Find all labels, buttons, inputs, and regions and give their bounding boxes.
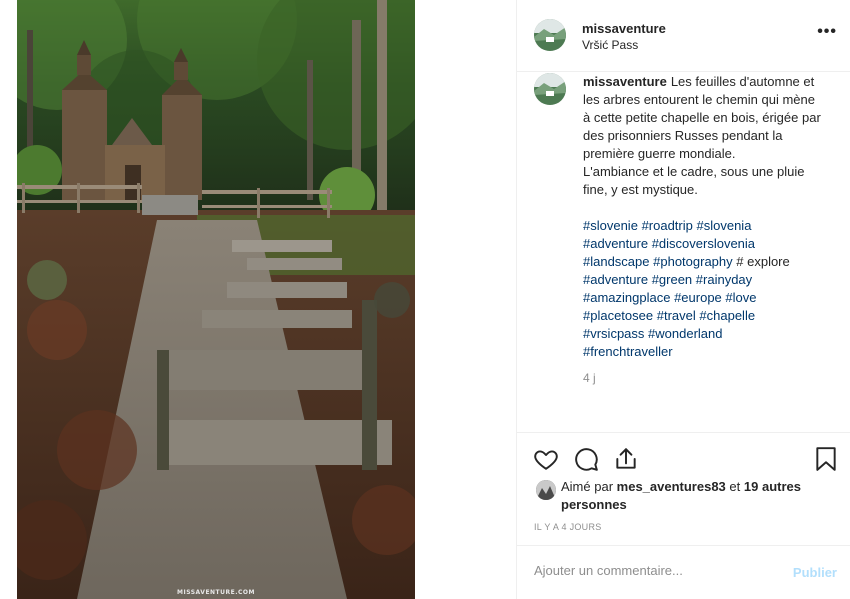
comment-input[interactable] [534,563,774,578]
likes-text: Aimé par mes_aventures83 et 19 autres pe… [561,478,801,514]
hashtag[interactable]: #rainyday [696,272,752,287]
hashtag[interactable]: #vrsicpass [583,326,644,341]
hashtag-list: #slovenie #roadtrip #slovenia #adventure… [583,217,823,361]
photo-pane: MISSAVENTURE.COM [0,0,516,599]
post-sidebar: missaventure Vršić Pass ••• missaventure… [516,0,850,599]
liker-avatar-image [536,480,556,500]
post-image-scene [17,0,415,599]
hashtag[interactable]: #slovenia [697,218,752,233]
caption: missaventure Les feuilles d'automne et le… [583,73,823,387]
hashtag[interactable]: #amazingplace [583,290,670,305]
hashtag[interactable]: #landscape [583,254,650,269]
posted-timestamp[interactable]: IL Y A 4 JOURS [534,522,602,532]
hashtag[interactable]: #chapelle [699,308,755,323]
heart-icon[interactable] [533,446,559,472]
caption-avatar[interactable] [534,73,566,105]
hashtag[interactable]: #green [652,272,692,287]
hashtag[interactable]: #discoverslovenia [652,236,755,251]
caption-username[interactable]: missaventure [583,74,667,89]
hashtag[interactable]: #europe [674,290,722,305]
share-icon[interactable] [613,446,639,472]
caption-avatar-image [534,73,566,105]
avatar[interactable] [534,19,566,51]
liker-avatar[interactable] [536,480,556,500]
hashtag[interactable]: #frenchtraveller [583,344,673,359]
liker-username[interactable]: mes_aventures83 [617,479,726,494]
hashtag[interactable]: #travel [657,308,696,323]
post-header: missaventure Vršić Pass ••• [517,0,850,72]
caption-time[interactable]: 4 j [583,369,823,387]
hashtag[interactable]: #placetosee [583,308,653,323]
comment-icon[interactable] [573,446,599,472]
publish-button[interactable]: Publier [793,565,837,580]
more-options-icon[interactable]: ••• [817,23,837,41]
post-image[interactable]: MISSAVENTURE.COM [17,0,415,599]
caption-paragraph-1: missaventure Les feuilles d'automne et le… [583,73,823,163]
post-location[interactable]: Vršić Pass [582,38,638,52]
hashtag[interactable]: #love [725,290,756,305]
hashtag[interactable]: #roadtrip [642,218,693,233]
likes-connector: et [729,479,741,494]
avatar-image [534,19,566,51]
hashtag[interactable]: #slovenie [583,218,638,233]
action-bar [517,432,850,482]
hashtag[interactable]: #photography [653,254,733,269]
hashtag[interactable]: #adventure [583,272,648,287]
hashtag[interactable]: #adventure [583,236,648,251]
post-username[interactable]: missaventure [582,21,666,36]
image-watermark: MISSAVENTURE.COM [176,589,255,596]
caption-area: missaventure Les feuilles d'automne et le… [517,73,850,431]
likes-prefix: Aimé par [561,479,614,494]
bookmark-icon[interactable] [813,446,839,472]
caption-text-2: L'ambiance et le cadre, sous une pluie f… [583,164,805,197]
hashtag[interactable]: #wonderland [648,326,722,341]
comment-box: Publier [517,545,850,599]
caption-plain-tag: # explore [736,254,790,269]
